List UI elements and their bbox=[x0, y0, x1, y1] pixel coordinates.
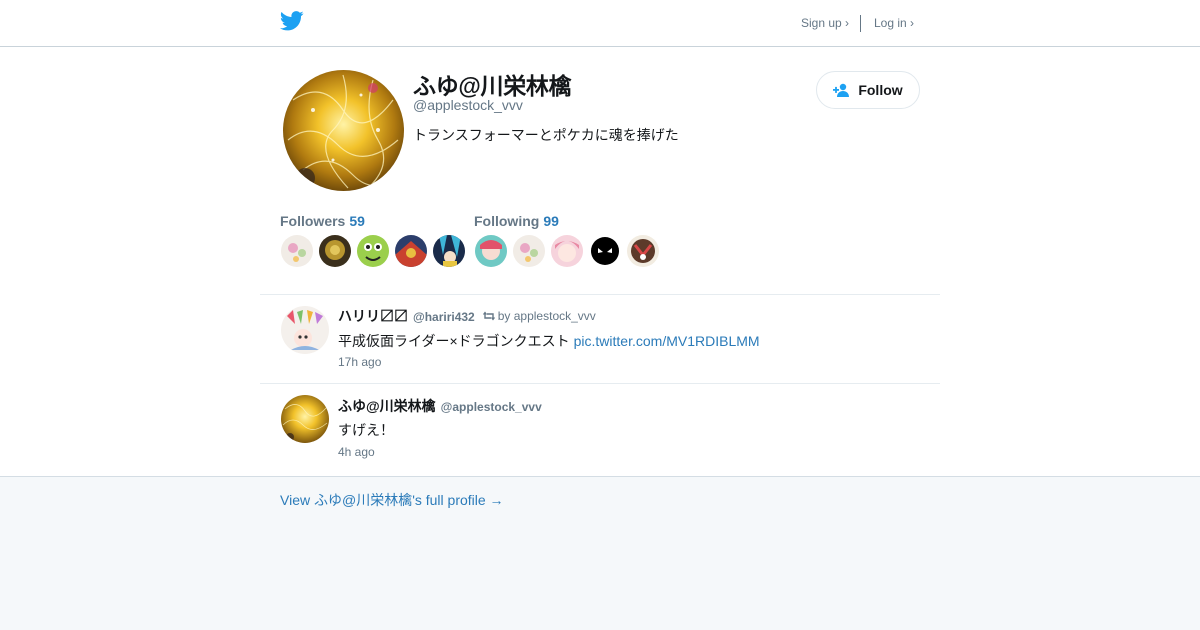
follower-avatar[interactable] bbox=[319, 235, 351, 267]
follow-button-label: Follow bbox=[858, 82, 903, 98]
full-profile-link[interactable]: View ふゆ@川栄林檎's full profile → bbox=[280, 490, 504, 510]
retweet-label: by applestock_vvv bbox=[497, 309, 596, 323]
tweet-author-name[interactable]: ふゆ@川栄林檎 bbox=[338, 396, 436, 416]
follower-avatar[interactable] bbox=[281, 235, 313, 267]
tweet-header: ふゆ@川栄林檎 @applestock_vvv bbox=[338, 396, 542, 416]
profile-name: ふゆ@川栄林檎 bbox=[413, 73, 572, 99]
tweet-timestamp[interactable]: 4h ago bbox=[338, 445, 375, 459]
tweet-body: 平成仮面ライダー×ドラゴンクエスト bbox=[338, 333, 570, 349]
tweet-separator bbox=[260, 383, 940, 384]
followers-count: 59 bbox=[349, 213, 365, 229]
profile-handle: @applestock_vvv bbox=[413, 97, 523, 113]
profile-avatar[interactable] bbox=[283, 70, 404, 191]
following-avatar[interactable] bbox=[589, 235, 621, 267]
following-avatar[interactable] bbox=[513, 235, 545, 267]
following-avatar[interactable] bbox=[627, 235, 659, 267]
follower-avatar[interactable] bbox=[395, 235, 427, 267]
following-label: Following bbox=[474, 213, 540, 229]
profile-bio: トランスフォーマーとポケカに魂を捧げた bbox=[413, 127, 679, 143]
header-divider bbox=[860, 15, 861, 32]
top-bar: Sign up › Log in › bbox=[0, 0, 1200, 47]
follower-avatar[interactable] bbox=[433, 235, 465, 267]
follow-button[interactable]: Follow bbox=[816, 71, 920, 109]
tweet-author-handle[interactable]: @applestock_vvv bbox=[441, 400, 542, 414]
add-user-icon bbox=[833, 83, 850, 97]
retweet-indicator: by applestock_vvv bbox=[482, 309, 596, 323]
followers-stat[interactable]: Followers 59 bbox=[280, 213, 365, 229]
follower-avatar[interactable] bbox=[357, 235, 389, 267]
following-count: 99 bbox=[543, 213, 559, 229]
login-link[interactable]: Log in › bbox=[874, 16, 914, 30]
tweet-separator bbox=[260, 294, 940, 295]
tweet-timestamp[interactable]: 17h ago bbox=[338, 355, 381, 369]
retweet-icon bbox=[482, 311, 495, 321]
tweet-avatar[interactable] bbox=[281, 306, 329, 354]
tweet-text: 平成仮面ライダー×ドラゴンクエスト pic.twitter.com/MV1RDIB… bbox=[338, 331, 760, 351]
tweet-avatar[interactable] bbox=[281, 395, 329, 443]
following-avatar[interactable] bbox=[475, 235, 507, 267]
followers-label: Followers bbox=[280, 213, 346, 229]
followers-avatars bbox=[281, 235, 465, 267]
following-stat[interactable]: Following 99 bbox=[474, 213, 559, 229]
tweet-author-name[interactable]: ハリリ〼〼 bbox=[338, 306, 408, 326]
tweet-text: すげえ！ bbox=[338, 422, 394, 438]
tweet-header: ハリリ〼〼 @hariri432 by applestock_vvv bbox=[338, 306, 596, 326]
tweet-media-link[interactable]: pic.twitter.com/MV1RDIBLMM bbox=[574, 333, 760, 349]
signup-link[interactable]: Sign up › bbox=[801, 16, 849, 30]
twitter-bird-icon[interactable] bbox=[279, 11, 304, 31]
following-avatar[interactable] bbox=[551, 235, 583, 267]
following-avatars bbox=[475, 235, 659, 267]
tweet-author-handle[interactable]: @hariri432 bbox=[413, 310, 475, 324]
